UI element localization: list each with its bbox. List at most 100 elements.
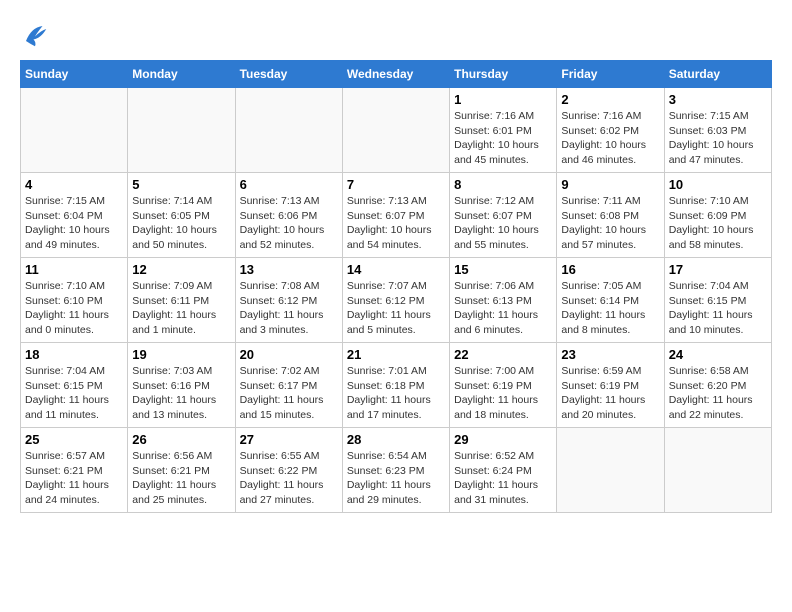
day-number: 12 [132, 262, 230, 277]
day-number: 19 [132, 347, 230, 362]
day-info: Sunrise: 7:11 AMSunset: 6:08 PMDaylight:… [561, 194, 659, 253]
day-number: 6 [240, 177, 338, 192]
column-header-friday: Friday [557, 61, 664, 88]
day-number: 2 [561, 92, 659, 107]
logo-bird-icon [20, 20, 50, 50]
day-number: 14 [347, 262, 445, 277]
day-number: 7 [347, 177, 445, 192]
day-info: Sunrise: 7:13 AMSunset: 6:06 PMDaylight:… [240, 194, 338, 253]
week-row-5: 25 Sunrise: 6:57 AMSunset: 6:21 PMDayligh… [21, 428, 772, 513]
calendar-cell: 26Sunrise: 6:56 AMSunset: 6:21 PMDayligh… [128, 428, 235, 513]
day-number: 9 [561, 177, 659, 192]
day-number: 28 [347, 432, 445, 447]
day-info: Sunrise: 7:16 AMSunset: 6:02 PMDaylight:… [561, 109, 659, 168]
calendar-cell: 23 Sunrise: 6:59 AMSunset: 6:19 PMDayligh… [557, 343, 664, 428]
day-info: Sunrise: 7:01 AMSunset: 6:18 PMDaylight:… [347, 364, 445, 423]
day-number: 27 [240, 432, 338, 447]
calendar-cell: 27Sunrise: 6:55 AMSunset: 6:22 PMDayligh… [235, 428, 342, 513]
day-number: 3 [669, 92, 767, 107]
day-info: Sunrise: 6:58 AMSunset: 6:20 PMDaylight:… [669, 364, 767, 423]
week-row-4: 18 Sunrise: 7:04 AMSunset: 6:15 PMDayligh… [21, 343, 772, 428]
calendar-cell: 21 Sunrise: 7:01 AMSunset: 6:18 PMDayligh… [342, 343, 449, 428]
calendar-cell [342, 88, 449, 173]
day-info: Sunrise: 6:56 AMSunset: 6:21 PMDaylight:… [132, 449, 230, 508]
day-number: 21 [347, 347, 445, 362]
calendar-cell: 6 Sunrise: 7:13 AMSunset: 6:06 PMDaylight… [235, 173, 342, 258]
day-number: 10 [669, 177, 767, 192]
day-info: Sunrise: 7:05 AMSunset: 6:14 PMDaylight:… [561, 279, 659, 338]
week-row-3: 11Sunrise: 7:10 AMSunset: 6:10 PMDayligh… [21, 258, 772, 343]
day-number: 16 [561, 262, 659, 277]
calendar-cell: 7 Sunrise: 7:13 AMSunset: 6:07 PMDaylight… [342, 173, 449, 258]
day-info: Sunrise: 7:16 AMSunset: 6:01 PMDaylight:… [454, 109, 552, 168]
calendar-cell: 13Sunrise: 7:08 AMSunset: 6:12 PMDayligh… [235, 258, 342, 343]
day-number: 1 [454, 92, 552, 107]
day-info: Sunrise: 7:04 AMSunset: 6:15 PMDaylight:… [669, 279, 767, 338]
day-info: Sunrise: 7:07 AMSunset: 6:12 PMDaylight:… [347, 279, 445, 338]
day-info: Sunrise: 7:06 AMSunset: 6:13 PMDaylight:… [454, 279, 552, 338]
calendar-cell: 4Sunrise: 7:15 AMSunset: 6:04 PMDaylight… [21, 173, 128, 258]
calendar-cell: 12Sunrise: 7:09 AMSunset: 6:11 PMDayligh… [128, 258, 235, 343]
day-number: 29 [454, 432, 552, 447]
day-info: Sunrise: 6:59 AMSunset: 6:19 PMDaylight:… [561, 364, 659, 423]
column-header-tuesday: Tuesday [235, 61, 342, 88]
column-header-thursday: Thursday [450, 61, 557, 88]
day-info: Sunrise: 7:12 AMSunset: 6:07 PMDaylight:… [454, 194, 552, 253]
week-row-1: 1 Sunrise: 7:16 AMSunset: 6:01 PMDaylight… [21, 88, 772, 173]
calendar-cell: 1 Sunrise: 7:16 AMSunset: 6:01 PMDaylight… [450, 88, 557, 173]
day-number: 11 [25, 262, 123, 277]
day-number: 22 [454, 347, 552, 362]
calendar-cell: 11Sunrise: 7:10 AMSunset: 6:10 PMDayligh… [21, 258, 128, 343]
calendar-cell: 5 Sunrise: 7:14 AMSunset: 6:05 PMDaylight… [128, 173, 235, 258]
calendar-cell: 17Sunrise: 7:04 AMSunset: 6:15 PMDayligh… [664, 258, 771, 343]
calendar-cell: 8 Sunrise: 7:12 AMSunset: 6:07 PMDaylight… [450, 173, 557, 258]
day-info: Sunrise: 7:15 AMSunset: 6:03 PMDaylight:… [669, 109, 767, 168]
calendar-cell [21, 88, 128, 173]
calendar-cell [128, 88, 235, 173]
calendar-cell: 24 Sunrise: 6:58 AMSunset: 6:20 PMDayligh… [664, 343, 771, 428]
calendar-cell: 10 Sunrise: 7:10 AMSunset: 6:09 PMDayligh… [664, 173, 771, 258]
calendar-cell: 15 Sunrise: 7:06 AMSunset: 6:13 PMDayligh… [450, 258, 557, 343]
calendar-cell: 16 Sunrise: 7:05 AMSunset: 6:14 PMDayligh… [557, 258, 664, 343]
day-number: 25 [25, 432, 123, 447]
calendar-cell [664, 428, 771, 513]
day-info: Sunrise: 7:00 AMSunset: 6:19 PMDaylight:… [454, 364, 552, 423]
calendar-cell [557, 428, 664, 513]
calendar-cell: 20Sunrise: 7:02 AMSunset: 6:17 PMDayligh… [235, 343, 342, 428]
calendar-cell: 3 Sunrise: 7:15 AMSunset: 6:03 PMDaylight… [664, 88, 771, 173]
column-header-wednesday: Wednesday [342, 61, 449, 88]
day-info: Sunrise: 7:15 AMSunset: 6:04 PMDaylight:… [25, 194, 123, 253]
day-number: 24 [669, 347, 767, 362]
calendar-table: SundayMondayTuesdayWednesdayThursdayFrid… [20, 60, 772, 513]
day-number: 8 [454, 177, 552, 192]
calendar-cell: 29 Sunrise: 6:52 AMSunset: 6:24 PMDayligh… [450, 428, 557, 513]
day-info: Sunrise: 7:14 AMSunset: 6:05 PMDaylight:… [132, 194, 230, 253]
week-row-2: 4Sunrise: 7:15 AMSunset: 6:04 PMDaylight… [21, 173, 772, 258]
day-info: Sunrise: 7:13 AMSunset: 6:07 PMDaylight:… [347, 194, 445, 253]
day-number: 20 [240, 347, 338, 362]
day-info: Sunrise: 6:54 AMSunset: 6:23 PMDaylight:… [347, 449, 445, 508]
calendar-cell: 14 Sunrise: 7:07 AMSunset: 6:12 PMDayligh… [342, 258, 449, 343]
day-info: Sunrise: 7:03 AMSunset: 6:16 PMDaylight:… [132, 364, 230, 423]
day-number: 15 [454, 262, 552, 277]
column-header-saturday: Saturday [664, 61, 771, 88]
calendar-cell: 2 Sunrise: 7:16 AMSunset: 6:02 PMDaylight… [557, 88, 664, 173]
calendar-header-row: SundayMondayTuesdayWednesdayThursdayFrid… [21, 61, 772, 88]
calendar-cell: 9 Sunrise: 7:11 AMSunset: 6:08 PMDaylight… [557, 173, 664, 258]
calendar-cell: 22 Sunrise: 7:00 AMSunset: 6:19 PMDayligh… [450, 343, 557, 428]
day-info: Sunrise: 7:10 AMSunset: 6:09 PMDaylight:… [669, 194, 767, 253]
calendar-cell: 28 Sunrise: 6:54 AMSunset: 6:23 PMDayligh… [342, 428, 449, 513]
day-number: 5 [132, 177, 230, 192]
calendar-cell: 25 Sunrise: 6:57 AMSunset: 6:21 PMDayligh… [21, 428, 128, 513]
day-number: 18 [25, 347, 123, 362]
day-number: 13 [240, 262, 338, 277]
day-info: Sunrise: 6:57 AMSunset: 6:21 PMDaylight:… [25, 449, 123, 508]
day-info: Sunrise: 6:52 AMSunset: 6:24 PMDaylight:… [454, 449, 552, 508]
day-number: 23 [561, 347, 659, 362]
day-info: Sunrise: 7:04 AMSunset: 6:15 PMDaylight:… [25, 364, 123, 423]
logo [20, 20, 54, 50]
calendar-cell: 18 Sunrise: 7:04 AMSunset: 6:15 PMDayligh… [21, 343, 128, 428]
header [20, 20, 772, 50]
column-header-monday: Monday [128, 61, 235, 88]
calendar-cell [235, 88, 342, 173]
